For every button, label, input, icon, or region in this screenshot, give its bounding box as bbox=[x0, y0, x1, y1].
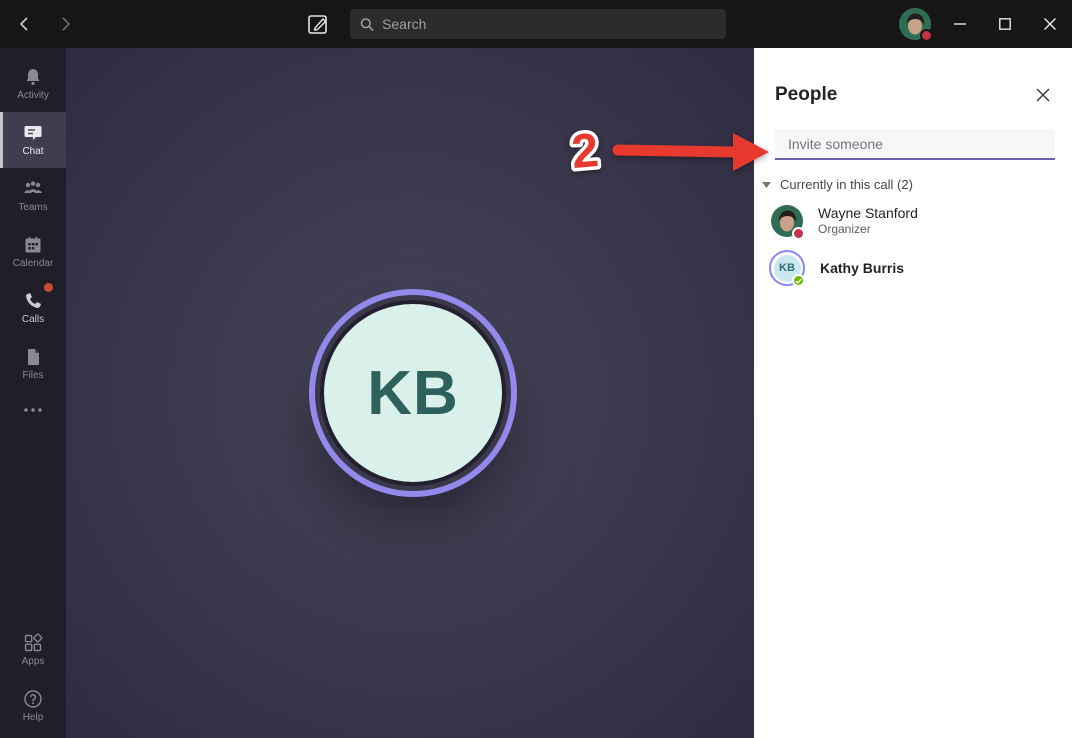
sidebar-item-help[interactable]: Help bbox=[0, 678, 66, 734]
sidebar-item-label: Chat bbox=[22, 147, 43, 157]
avatar bbox=[771, 205, 803, 237]
check-icon bbox=[795, 278, 802, 284]
sidebar-item-label: Help bbox=[23, 713, 44, 723]
window-controls bbox=[937, 0, 1072, 48]
sidebar-item-label: Calls bbox=[22, 315, 44, 325]
apps-icon bbox=[23, 633, 43, 653]
more-ellipsis-icon bbox=[23, 407, 43, 413]
stage-avatar-initials: KB bbox=[324, 304, 502, 482]
invite-someone-input[interactable] bbox=[775, 129, 1055, 160]
sidebar-item-chat[interactable]: Chat bbox=[0, 112, 66, 168]
calls-notification-dot bbox=[44, 283, 53, 292]
sidebar-item-apps[interactable]: Apps bbox=[0, 622, 66, 678]
participant-row-wayne[interactable]: Wayne Stanford Organizer bbox=[771, 205, 1072, 237]
calendar-icon bbox=[23, 235, 43, 255]
history-nav bbox=[10, 10, 80, 38]
sidebar-item-calendar[interactable]: Calendar bbox=[0, 224, 66, 280]
avatar: KB bbox=[769, 250, 805, 286]
compose-icon bbox=[307, 13, 329, 35]
panel-title: People bbox=[775, 84, 837, 106]
sidebar-more-button[interactable] bbox=[0, 392, 66, 428]
people-panel: People Currently in this call (2) bbox=[754, 48, 1072, 738]
sidebar-item-label: Files bbox=[22, 371, 43, 381]
maximize-button[interactable] bbox=[982, 0, 1027, 48]
titlebar bbox=[0, 0, 1072, 48]
document-icon bbox=[24, 347, 42, 367]
participant-name: Wayne Stanford bbox=[818, 205, 918, 222]
close-panel-button[interactable] bbox=[1032, 84, 1054, 106]
app-rail: Activity Chat Teams bbox=[0, 48, 66, 738]
new-chat-button[interactable] bbox=[305, 11, 331, 37]
participant-stage-avatar: KB bbox=[324, 304, 502, 482]
call-roster-section-header[interactable]: Currently in this call (2) bbox=[762, 177, 1072, 192]
close-icon bbox=[1044, 18, 1056, 30]
user-avatar[interactable] bbox=[899, 8, 931, 40]
participant-role: Organizer bbox=[818, 222, 918, 237]
maximize-icon bbox=[999, 18, 1011, 30]
search-icon bbox=[360, 17, 374, 32]
sidebar-item-activity[interactable]: Activity bbox=[0, 56, 66, 112]
phone-icon bbox=[23, 291, 43, 311]
close-window-button[interactable] bbox=[1027, 0, 1072, 48]
busy-status-dot bbox=[792, 227, 805, 240]
minimize-button[interactable] bbox=[937, 0, 982, 48]
sidebar-item-calls[interactable]: Calls bbox=[0, 280, 66, 336]
sidebar-item-files[interactable]: Files bbox=[0, 336, 66, 392]
sidebar-item-label: Apps bbox=[22, 657, 45, 667]
bell-icon bbox=[23, 67, 43, 87]
available-status-dot bbox=[792, 274, 805, 287]
teams-people-icon bbox=[22, 179, 44, 199]
sidebar-item-label: Activity bbox=[17, 91, 49, 101]
back-button[interactable] bbox=[10, 10, 38, 38]
sidebar-item-teams[interactable]: Teams bbox=[0, 168, 66, 224]
forward-button[interactable] bbox=[52, 10, 80, 38]
chevron-right-icon bbox=[60, 16, 72, 32]
section-label: Currently in this call (2) bbox=[780, 177, 913, 192]
participant-row-kathy[interactable]: KB Kathy Burris bbox=[771, 250, 1072, 286]
chat-bubble-icon bbox=[23, 123, 43, 143]
search-input[interactable] bbox=[382, 16, 716, 32]
busy-status-dot bbox=[920, 29, 933, 42]
sidebar-item-label: Teams bbox=[18, 203, 47, 213]
search-bar[interactable] bbox=[350, 9, 726, 39]
participant-name: Kathy Burris bbox=[820, 260, 904, 277]
caret-down-icon bbox=[762, 182, 771, 188]
minimize-icon bbox=[954, 18, 966, 30]
sidebar-spacer bbox=[0, 428, 66, 622]
sidebar-item-label: Calendar bbox=[13, 259, 54, 269]
chevron-left-icon bbox=[18, 16, 30, 32]
close-icon bbox=[1036, 88, 1050, 102]
call-stage: KB bbox=[66, 48, 754, 738]
help-icon bbox=[23, 689, 43, 709]
